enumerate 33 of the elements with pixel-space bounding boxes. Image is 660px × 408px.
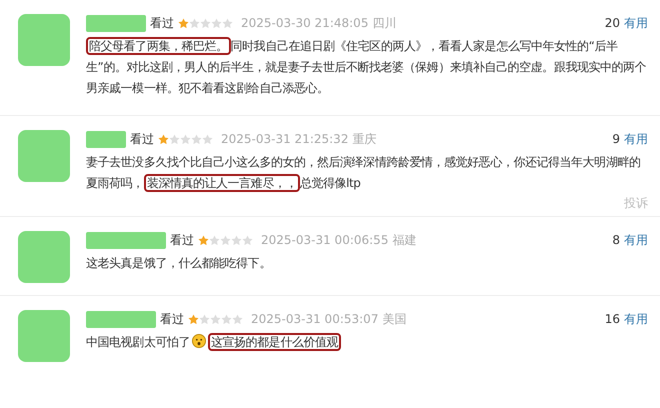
useful-link[interactable]: 有用 (624, 14, 648, 32)
status-label: 看过 (150, 15, 174, 32)
vote-count: 20 (604, 15, 620, 32)
redacted-name (86, 130, 126, 148)
review-time: 2025-03-31 00:53:07 (251, 311, 378, 328)
vote-count: 8 (612, 232, 620, 249)
review-location: 美国 (382, 311, 406, 328)
avatar (18, 231, 70, 283)
status-label: 看过 (160, 311, 184, 328)
review-text: 妻子去世没多久找个比自己小这么多的女的，然后演绎深情跨龄爱情，感觉好恶心，你还记得当年大明湖畔的夏雨荷吗， 装深情真的让人一言难尽，， 总觉得像ltp (86, 154, 642, 194)
review-text: 这老头真是饿了，什么都能吃得下。 (86, 255, 272, 272)
status-label: 看过 (130, 131, 154, 148)
vote-count: 16 (604, 311, 620, 328)
review-time: 2025-03-31 21:25:32 (221, 131, 348, 148)
review-time: 2025-03-31 00:06:55 (261, 232, 388, 249)
redacted-name (86, 14, 146, 32)
review-location: 福建 (392, 232, 416, 249)
redacted-name (86, 310, 156, 328)
avatar (18, 130, 70, 182)
review-text: 这宣扬的都是什么价值观 (208, 333, 342, 351)
avatar (18, 14, 70, 66)
review-location: 四川 (372, 15, 396, 32)
useful-link[interactable]: 有用 (624, 310, 648, 328)
review-location: 重庆 (352, 131, 376, 148)
emoji-icon (192, 334, 206, 348)
review-time: 2025-03-30 21:48:05 (241, 15, 368, 32)
useful-link[interactable]: 有用 (624, 231, 648, 249)
review-text: 中国电视剧太可怕了 (86, 335, 190, 349)
review-text: 陪父母看了两集，稀巴烂。 同时我自己在追日剧《住宅区的两人》，看看人家是怎么写中年女性的“后半生”的。对比这剧，男人的后半生，就是妻子去世后不断找老婆（保姆）来填补自己的空虚。跟我现实中的两个男亲戚一模一样。犯不着看这剧给自己添恶心。 (86, 36, 648, 97)
avatar (18, 310, 70, 362)
useful-link[interactable]: 有用 (624, 130, 648, 148)
status-label: 看过 (170, 232, 194, 249)
vote-count: 9 (612, 131, 620, 148)
